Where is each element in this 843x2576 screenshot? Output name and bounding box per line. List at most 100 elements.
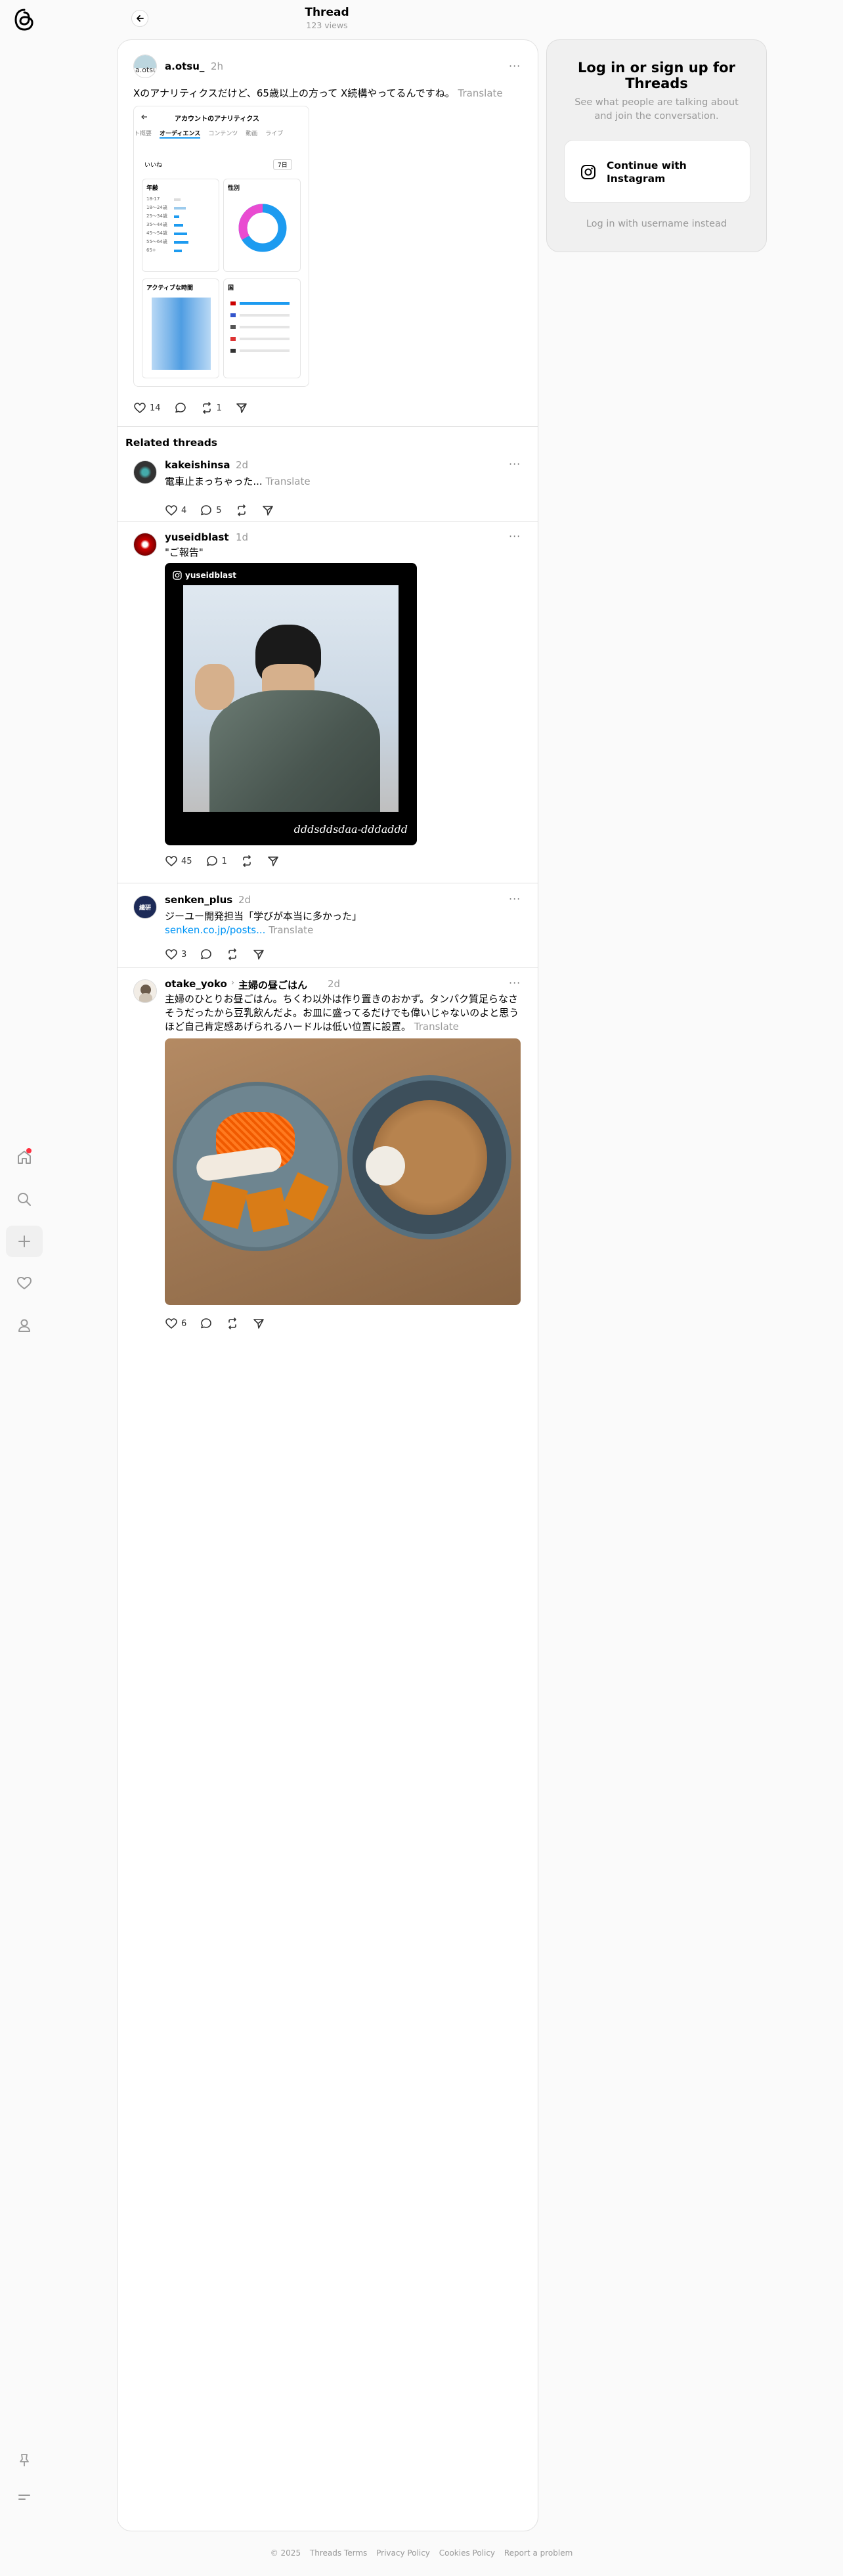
post-text: Xのアナリティクスだけど、65歳以上の方って X続構やってるんですね。 Tran… — [133, 87, 527, 100]
post-body: ジーユー開発担当「学びが本当に多かった」 — [165, 910, 362, 922]
repost-button[interactable] — [240, 855, 253, 868]
username[interactable]: senken_plus — [165, 894, 232, 906]
nav-profile[interactable] — [6, 1310, 43, 1341]
like-button[interactable]: 14 — [133, 401, 161, 414]
topic-tag[interactable]: 主婦の昼ごはん — [238, 978, 307, 992]
footer-link-report[interactable]: Report a problem — [504, 2548, 573, 2558]
login-with-username-link[interactable]: Log in with username instead — [547, 219, 766, 229]
timestamp[interactable]: 2d — [238, 894, 251, 906]
share-button[interactable] — [235, 401, 248, 414]
avatar[interactable] — [133, 533, 157, 556]
analytics-tab: ライブ — [265, 131, 284, 137]
share-button[interactable] — [252, 948, 265, 961]
timestamp[interactable]: 2h — [211, 60, 223, 72]
repost-count: 1 — [216, 403, 222, 413]
age-row: 45〜54歳 — [146, 231, 167, 236]
avatar[interactable]: 繊研 — [133, 895, 157, 919]
heart-icon — [17, 1277, 32, 1289]
nav-menu[interactable] — [6, 2481, 43, 2513]
comment-icon — [201, 505, 212, 516]
pin-icon — [20, 2454, 29, 2466]
footer-link-cookies[interactable]: Cookies Policy — [439, 2548, 495, 2558]
post-actions: 45 1 — [165, 853, 293, 869]
copyright: © 2025 — [270, 2548, 301, 2558]
repost-icon — [228, 948, 237, 960]
avatar[interactable]: a.otsu — [133, 55, 157, 78]
username[interactable]: kakeishinsa — [165, 459, 230, 471]
footer-link-terms[interactable]: Threads Terms — [310, 2548, 367, 2558]
repost-icon — [237, 504, 246, 516]
avatar[interactable] — [133, 979, 157, 1003]
active-heatmap — [152, 298, 211, 370]
like-count: 3 — [181, 949, 187, 960]
post-image[interactable]: アカウントのアナリティクス ト概要 オーディエンス コンテンツ 動画 ライブ い… — [133, 106, 309, 387]
analytics-tab: ト概要 — [134, 131, 152, 137]
share-button[interactable] — [261, 504, 274, 517]
like-button[interactable]: 4 — [165, 504, 186, 517]
more-options-button[interactable]: ··· — [509, 893, 521, 905]
translate-link[interactable]: Translate — [266, 476, 311, 487]
nav-search[interactable] — [6, 1184, 43, 1215]
top-bar: Thread 123 views — [117, 0, 537, 39]
notification-dot — [26, 1148, 32, 1153]
repost-button[interactable]: 1 — [200, 401, 222, 414]
nav-create[interactable] — [6, 1226, 43, 1257]
repost-button[interactable] — [235, 504, 248, 517]
like-button[interactable]: 3 — [165, 948, 186, 961]
username[interactable]: yuseidblast — [165, 531, 229, 543]
footer-link-privacy[interactable]: Privacy Policy — [376, 2548, 430, 2558]
like-button[interactable]: 6 — [165, 1317, 186, 1330]
menu-icon — [18, 2495, 30, 2500]
repost-button[interactable] — [226, 948, 239, 961]
like-count: 45 — [181, 856, 192, 866]
repost-icon — [243, 855, 251, 867]
reply-count: 5 — [216, 505, 222, 516]
reply-button[interactable] — [174, 401, 187, 414]
repost-icon — [228, 1318, 237, 1329]
translate-link[interactable]: Translate — [458, 87, 503, 99]
nav-pin[interactable] — [6, 2445, 43, 2476]
nav-activity[interactable] — [6, 1268, 43, 1299]
translate-link[interactable]: Translate — [414, 1021, 459, 1033]
timestamp[interactable]: 1d — [236, 531, 248, 543]
nav-home[interactable] — [6, 1142, 43, 1173]
reply-button[interactable]: 5 — [200, 504, 222, 517]
reply-button[interactable]: 1 — [205, 855, 227, 868]
timestamp[interactable]: 2d — [236, 459, 248, 471]
more-options-button[interactable]: ··· — [509, 530, 521, 543]
username[interactable]: otake_yoko — [165, 978, 227, 990]
avatar-label: a.otsu — [135, 66, 157, 74]
more-options-button[interactable]: ··· — [509, 458, 521, 470]
post-image[interactable]: yuseidblast dddsddsdaa-dddaddd — [165, 563, 417, 845]
like-button[interactable]: 45 — [165, 855, 192, 868]
continue-with-instagram-button[interactable]: Continue with Instagram — [564, 140, 750, 203]
photo-handle: yuseidblast — [185, 571, 237, 580]
share-button[interactable] — [252, 1317, 265, 1330]
share-icon — [236, 403, 247, 413]
country-card: 国 — [223, 278, 301, 378]
comment-icon — [175, 403, 186, 413]
share-button[interactable] — [267, 855, 280, 868]
reply-button[interactable] — [200, 948, 213, 961]
more-options-button[interactable]: ··· — [509, 60, 521, 72]
translate-link[interactable]: Translate — [269, 924, 313, 936]
username[interactable]: a.otsu_ — [165, 60, 204, 72]
reply-button[interactable] — [200, 1317, 213, 1330]
related-post: otake_yoko › 主婦の昼ごはん 2d ··· 主婦のひとりお昼ごはん。… — [118, 973, 538, 1367]
photo-signature: dddsddsdaa-dddaddd — [293, 823, 408, 835]
repost-button[interactable] — [226, 1317, 239, 1330]
threads-logo[interactable] — [14, 8, 35, 32]
post-link[interactable]: senken.co.jp/posts... — [165, 924, 265, 936]
login-title: Log in or sign up for Threads — [578, 60, 735, 91]
divider — [118, 967, 538, 968]
heart-icon — [165, 1318, 177, 1329]
share-icon — [253, 950, 265, 960]
comment-icon — [201, 1318, 212, 1329]
avatar[interactable] — [133, 460, 157, 484]
more-options-button[interactable]: ··· — [509, 977, 521, 989]
post-image[interactable] — [165, 1038, 521, 1305]
timestamp[interactable]: 2d — [328, 978, 340, 990]
reply-count: 1 — [221, 856, 227, 866]
heart-icon — [134, 403, 146, 414]
age-row: 18〜24歳 — [146, 205, 167, 210]
